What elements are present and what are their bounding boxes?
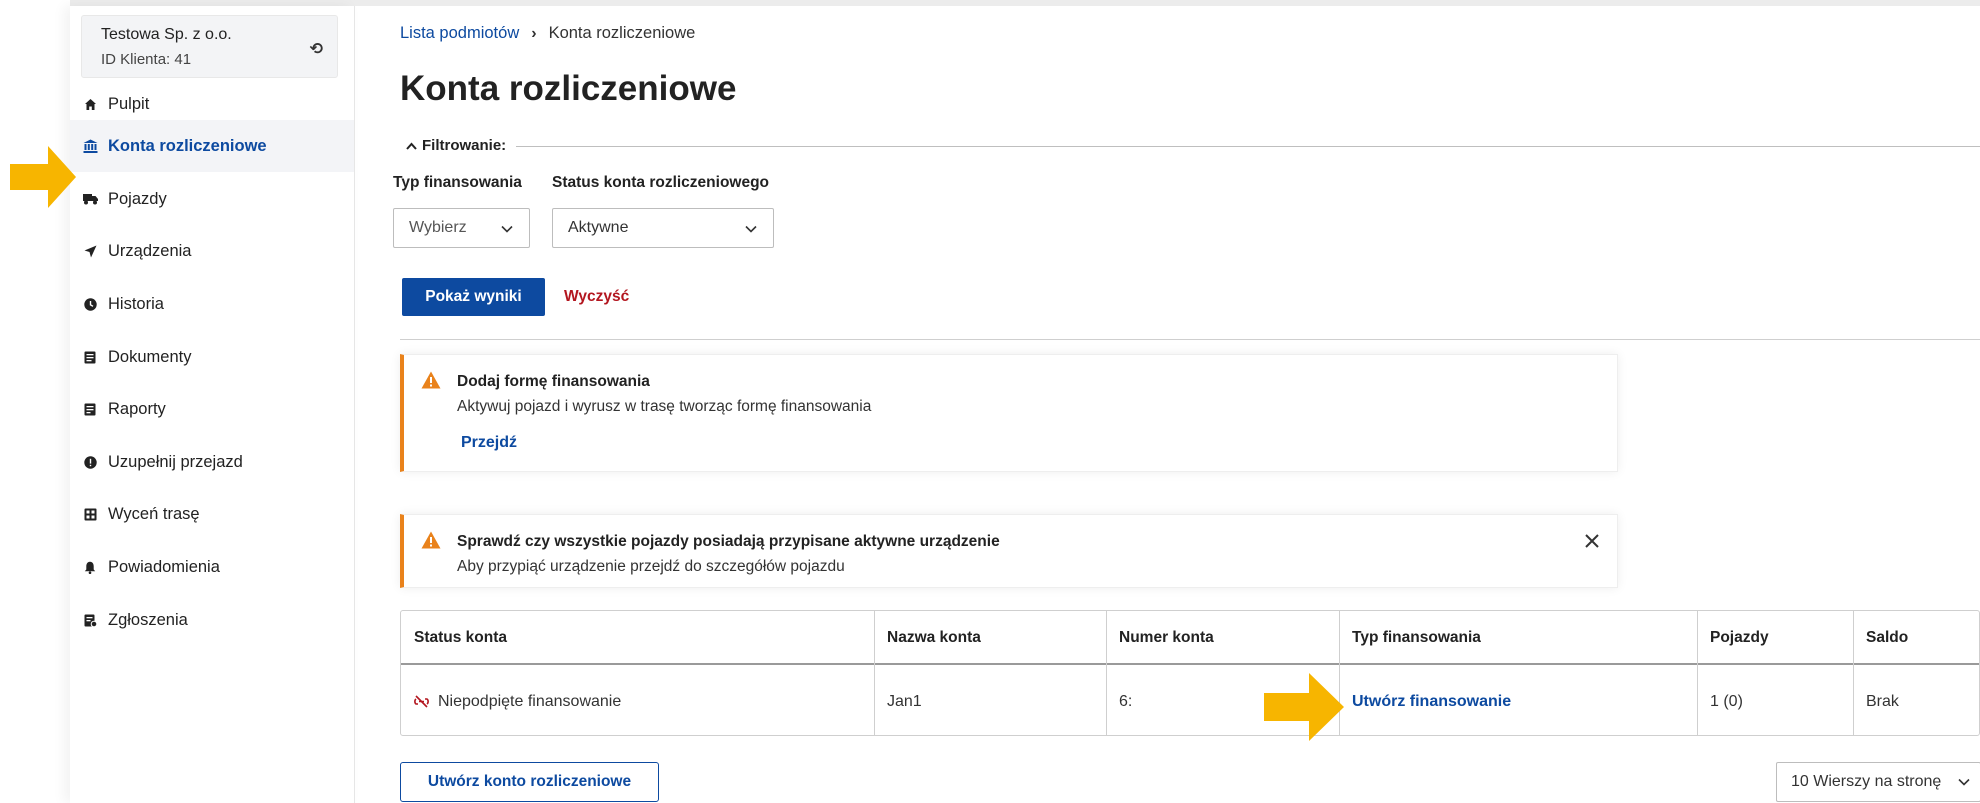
- column-header-number[interactable]: Numer konta: [1106, 611, 1214, 665]
- filter-divider: [516, 146, 1980, 147]
- sidebar: Testowa Sp. z o.o. ID Klienta: 41 ⟲ Pulp…: [70, 6, 355, 803]
- sidebar-item-historia[interactable]: Historia: [70, 278, 354, 330]
- go-to-financing-link[interactable]: Przejdź: [461, 434, 517, 452]
- sidebar-item-label: Pulpit: [108, 94, 150, 113]
- calculator-icon: [82, 506, 98, 522]
- bank-icon: [82, 138, 98, 154]
- sidebar-item-label: Raporty: [108, 399, 166, 418]
- highlight-arrow-icon: [1264, 673, 1344, 741]
- accounts-table: Status konta Nazwa konta Numer konta Typ…: [400, 610, 1980, 736]
- sidebar-item-dokumenty[interactable]: Dokumenty: [70, 331, 354, 383]
- financing-type-label: Typ finansowania: [393, 174, 522, 191]
- account-status-select[interactable]: Aktywne: [552, 208, 774, 248]
- account-status-label: Status konta rozliczeniowego: [552, 174, 770, 191]
- report-icon: [82, 401, 98, 417]
- column-header-name[interactable]: Nazwa konta: [874, 611, 981, 665]
- account-number-cell: 6:: [1119, 692, 1133, 710]
- sidebar-item-wycen-trase[interactable]: Wyceń trasę: [70, 488, 354, 540]
- sidebar-item-label: Pojazdy: [108, 189, 167, 208]
- chevron-up-icon: [406, 137, 417, 154]
- sidebar-item-label: Historia: [108, 294, 164, 313]
- column-header-vehicles[interactable]: Pojazdy: [1697, 611, 1769, 665]
- alert-title: Sprawdź czy wszystkie pojazdy posiadają …: [457, 533, 1000, 550]
- page-title: Konta rozliczeniowe: [400, 69, 737, 108]
- sidebar-item-pojazdy[interactable]: Pojazdy: [70, 173, 354, 225]
- rows-per-page-value: 10 Wierszy na stronę: [1791, 773, 1942, 790]
- sidebar-item-label: Powiadomienia: [108, 557, 220, 576]
- document-icon: [82, 349, 98, 365]
- financing-alert: Dodaj formę finansowania Aktywuj pojazd …: [400, 354, 1618, 472]
- alert-circle-icon: [82, 454, 98, 470]
- sidebar-item-konta-rozliczeniowe[interactable]: Konta rozliczeniowe: [70, 120, 354, 172]
- sidebar-item-zgloszenia[interactable]: Zgłoszenia: [70, 594, 354, 646]
- create-financing-link[interactable]: Utwórz finansowanie: [1339, 667, 1511, 736]
- column-header-financing[interactable]: Typ finansowania: [1339, 611, 1481, 665]
- column-header-status[interactable]: Status konta: [401, 611, 507, 665]
- home-icon: [82, 96, 98, 112]
- highlight-arrow-icon: [10, 146, 76, 208]
- sidebar-item-label: Konta rozliczeniowe: [108, 136, 267, 155]
- client-name: Testowa Sp. z o.o.: [101, 26, 232, 43]
- column-header-balance[interactable]: Saldo: [1853, 611, 1908, 665]
- sidebar-item-uzupelnij-przejazd[interactable]: Uzupełnij przejazd: [70, 436, 354, 488]
- sidebar-item-label: Dokumenty: [108, 347, 192, 366]
- sidebar-item-label: Urządzenia: [108, 241, 192, 260]
- sidebar-item-label: Wyceń trasę: [108, 504, 200, 523]
- breadcrumb-link-lista-podmiotow[interactable]: Lista podmiotów: [400, 24, 519, 43]
- clear-filters-button[interactable]: Wyczyść: [564, 288, 629, 306]
- chevron-down-icon: [745, 220, 757, 236]
- alert-text: Aktywuj pojazd i wyrusz w trasę tworząc …: [457, 398, 872, 415]
- account-status-cell: Niepodpięte finansowanie: [438, 692, 622, 710]
- app-page: Testowa Sp. z o.o. ID Klienta: 41 ⟲ Pulp…: [0, 0, 1980, 803]
- balance-cell: Brak: [1866, 692, 1899, 710]
- client-id: ID Klienta: 41: [101, 51, 192, 68]
- sidebar-item-urzadzenia[interactable]: Urządzenia: [70, 225, 354, 277]
- chevron-down-icon: [1958, 773, 1970, 789]
- device-alert: Sprawdź czy wszystkie pojazdy posiadają …: [400, 514, 1618, 588]
- sidebar-item-label: Uzupełnij przejazd: [108, 452, 243, 471]
- breadcrumb: Lista podmiotów › Konta rozliczeniowe: [400, 24, 695, 43]
- main-content: Lista podmiotów › Konta rozliczeniowe Ko…: [356, 6, 1980, 803]
- navigation-arrow-icon: [82, 243, 98, 259]
- truck-icon: [82, 191, 98, 207]
- financing-type-value: Wybierz: [409, 219, 467, 236]
- filter-toggle[interactable]: Filtrowanie:: [406, 137, 506, 154]
- show-results-button[interactable]: Pokaż wyniki: [402, 278, 545, 316]
- unlinked-icon: [414, 695, 429, 708]
- client-card[interactable]: Testowa Sp. z o.o. ID Klienta: 41 ⟲: [81, 15, 338, 78]
- ticket-icon: [82, 612, 98, 628]
- breadcrumb-current: Konta rozliczeniowe: [548, 24, 696, 42]
- sidebar-item-powiadomienia[interactable]: Powiadomienia: [70, 541, 354, 593]
- clock-icon: [82, 296, 98, 312]
- alert-text: Aby przypiąć urządzenie przejdź do szcze…: [457, 558, 845, 575]
- bell-icon: [82, 559, 98, 575]
- chevron-down-icon: [501, 220, 513, 236]
- warning-icon: [421, 371, 441, 389]
- alert-title: Dodaj formę finansowania: [457, 373, 650, 390]
- account-name-cell: Jan1: [887, 692, 922, 710]
- close-icon[interactable]: [1585, 531, 1599, 554]
- section-divider: [400, 339, 1980, 340]
- chevron-right-icon: ›: [531, 24, 537, 42]
- sidebar-item-raporty[interactable]: Raporty: [70, 383, 354, 435]
- warning-icon: [421, 531, 441, 549]
- filter-legend-label: Filtrowanie:: [422, 137, 507, 154]
- switch-client-icon[interactable]: ⟲: [310, 39, 323, 59]
- rows-per-page-select[interactable]: 10 Wierszy na stronę: [1776, 762, 1980, 802]
- sidebar-item-label: Zgłoszenia: [108, 610, 188, 629]
- account-status-value: Aktywne: [568, 219, 629, 236]
- create-account-button[interactable]: Utwórz konto rozliczeniowe: [400, 762, 659, 802]
- financing-type-select[interactable]: Wybierz: [393, 208, 530, 248]
- table-row: Niepodpięte finansowanie: [401, 667, 621, 736]
- left-gutter: [0, 0, 70, 803]
- vehicles-cell: 1 (0): [1710, 692, 1743, 710]
